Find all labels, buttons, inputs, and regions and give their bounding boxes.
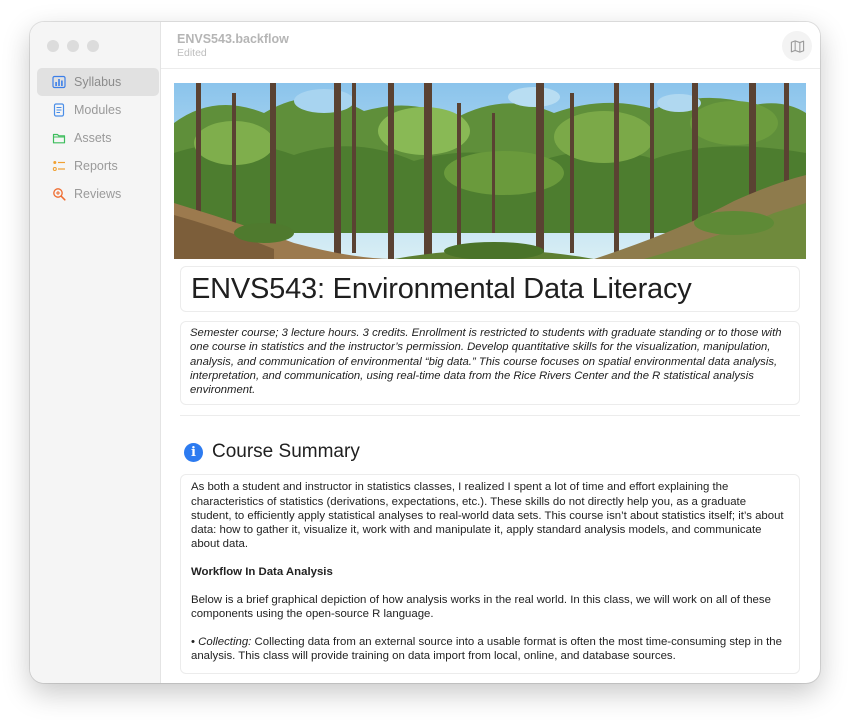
section-title: Course Summary: [212, 441, 360, 463]
bullet-text: Collecting data from an external source …: [191, 636, 782, 663]
sidebar-nav: Syllabus Modules Assets Reports Reviews: [37, 68, 159, 208]
folder-icon: [52, 133, 66, 144]
document-content: ENVS543: Environmental Data Literacy Sem…: [174, 83, 806, 683]
summary-paragraph: As both a student and instructor in stat…: [191, 481, 784, 551]
sidebar-item-modules[interactable]: Modules: [37, 96, 159, 124]
document-status: Edited: [177, 47, 207, 59]
workflow-paragraph: Below is a brief graphical depiction of …: [191, 593, 771, 620]
sidebar-item-label: Assets: [74, 131, 112, 145]
course-summary-block[interactable]: As both a student and instructor in stat…: [180, 474, 800, 675]
section-divider: [180, 415, 800, 417]
page-title: ENVS543: Environmental Data Literacy: [191, 272, 692, 305]
collecting-bullet: • Collecting: Collecting data from an ex…: [191, 636, 782, 663]
title-block[interactable]: ENVS543: Environmental Data Literacy: [180, 266, 800, 312]
minimize-window-button[interactable]: [67, 40, 79, 52]
map-button[interactable]: [782, 31, 812, 61]
bullet-label: Collecting:: [198, 636, 252, 649]
sidebar: Syllabus Modules Assets Reports Reviews: [30, 22, 161, 683]
sidebar-item-label: Syllabus: [74, 75, 122, 89]
course-description[interactable]: Semester course; 3 lecture hours. 3 cred…: [180, 321, 800, 406]
magnifier-icon: [53, 188, 66, 201]
list-icon: [52, 161, 65, 171]
info-icon: i: [184, 442, 203, 462]
app-window: Syllabus Modules Assets Reports Reviews …: [30, 22, 820, 683]
sidebar-item-label: Modules: [74, 103, 122, 117]
map-icon: [790, 39, 804, 53]
close-window-button[interactable]: [47, 40, 59, 52]
sidebar-item-syllabus[interactable]: Syllabus: [37, 68, 159, 96]
section-header: i Course Summary: [184, 440, 806, 464]
sidebar-item-label: Reports: [74, 159, 118, 173]
zoom-window-button[interactable]: [87, 40, 99, 52]
sidebar-item-reviews[interactable]: Reviews: [37, 180, 159, 208]
sidebar-item-assets[interactable]: Assets: [37, 124, 159, 152]
workflow-heading: Workflow In Data Analysis: [191, 565, 333, 578]
toolbar: ENVS543.backflow Edited: [161, 22, 820, 69]
document-icon: [53, 103, 65, 117]
sidebar-item-label: Reviews: [74, 187, 122, 201]
chart-bar-icon: [52, 75, 66, 89]
document-title: ENVS543.backflow: [177, 32, 289, 46]
window-controls: [47, 40, 99, 52]
forest-banner-image: [174, 83, 806, 259]
sidebar-item-reports[interactable]: Reports: [37, 152, 159, 180]
